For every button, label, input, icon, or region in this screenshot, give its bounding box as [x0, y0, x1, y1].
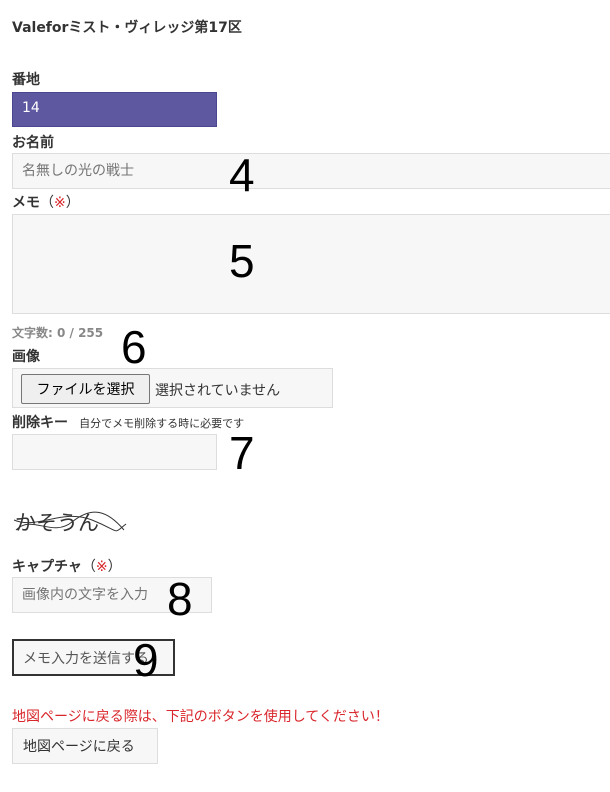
name-input[interactable] — [12, 153, 610, 189]
annotation-7: 7 — [229, 427, 255, 479]
delete-key-label-row: 削除キー 自分でメモ削除する時に必要です — [12, 412, 244, 432]
memo-textarea[interactable] — [12, 214, 610, 314]
annotation-4: 4 — [229, 149, 255, 201]
choose-file-button[interactable]: ファイルを選択 — [21, 374, 150, 404]
memo-char-counter: 文字数: 0 / 255 — [12, 326, 104, 340]
name-label: お名前 — [12, 135, 54, 151]
annotation-8: 8 — [167, 573, 193, 625]
memo-label-row: メモ（※） — [12, 192, 80, 212]
plot-select[interactable]: 14 — [12, 92, 217, 127]
annotation-6: 6 — [121, 321, 147, 373]
back-to-map-button[interactable]: 地図ページに戻る — [12, 728, 158, 764]
image-file-input: ファイルを選択 選択されていません — [12, 368, 333, 408]
delete-key-input[interactable] — [12, 434, 217, 470]
captcha-label: キャプチャ — [12, 559, 82, 575]
plot-label: 番地 — [12, 72, 40, 88]
image-label: 画像 — [12, 349, 40, 365]
annotation-9: 9 — [133, 634, 159, 686]
memo-paren-close: ） — [65, 195, 80, 211]
memo-required-mark: ※ — [54, 195, 66, 211]
page-title: Valeforミスト・ヴィレッジ第17区 — [12, 20, 242, 36]
no-file-selected-text: 選択されていません — [155, 383, 281, 399]
captcha-paren-close: ） — [107, 559, 122, 575]
captcha-paren-open: （ — [81, 559, 96, 575]
captcha-image: かそうん — [13, 511, 127, 535]
back-warning-text: 地図ページに戻る際は、下記のボタンを使用してください！ — [12, 709, 389, 725]
captcha-image-text: かそうん — [15, 511, 99, 535]
captcha-label-row: キャプチャ（※） — [12, 556, 122, 576]
delete-key-hint: 自分でメモ削除する時に必要です — [79, 417, 245, 430]
delete-key-label: 削除キー — [12, 415, 68, 431]
annotation-5: 5 — [229, 235, 255, 287]
memo-paren-open: （ — [40, 195, 54, 211]
captcha-required-mark: ※ — [95, 559, 108, 575]
memo-label: メモ — [12, 195, 40, 211]
